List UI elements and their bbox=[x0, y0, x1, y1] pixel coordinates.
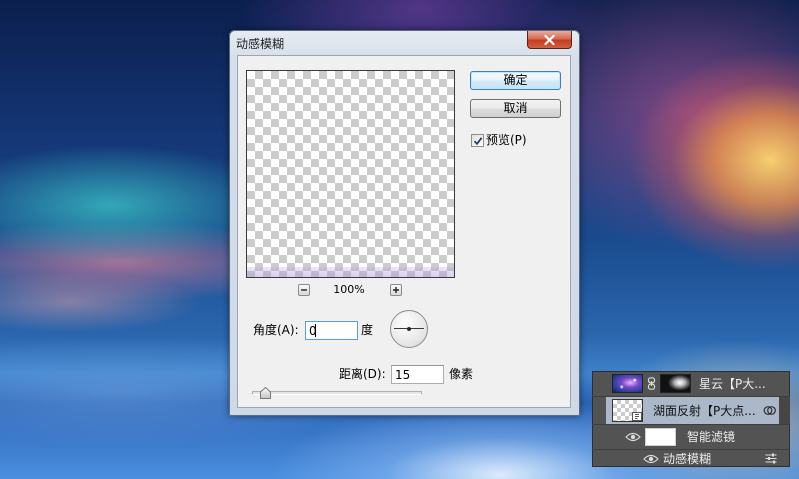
angle-input[interactable] bbox=[305, 321, 358, 340]
layer-thumbnail bbox=[612, 399, 643, 422]
zoom-out-icon bbox=[301, 289, 307, 291]
layer-row[interactable]: 星云【P大... bbox=[592, 371, 790, 397]
text-caret bbox=[315, 324, 316, 337]
zoom-level: 100% bbox=[333, 283, 365, 296]
preview-blur-edge bbox=[247, 267, 454, 277]
layer-name: 星云【P大... bbox=[699, 377, 766, 391]
ok-button[interactable]: 确定 bbox=[470, 71, 561, 90]
preview-canvas[interactable] bbox=[246, 70, 455, 278]
distance-slider-thumb[interactable] bbox=[260, 387, 272, 399]
distance-slider-track[interactable] bbox=[252, 391, 422, 395]
smart-filter-icon[interactable] bbox=[763, 404, 776, 417]
eye-icon[interactable] bbox=[643, 454, 659, 464]
preview-label: 预览(P) bbox=[486, 133, 527, 147]
zoom-in-button[interactable] bbox=[390, 284, 402, 296]
layer-row[interactable]: 智能滤镜 bbox=[592, 425, 790, 450]
layer-row[interactable]: 湖面反射【P大点... bbox=[592, 397, 790, 425]
layer-name: 湖面反射【P大点... bbox=[653, 404, 756, 418]
chain-link-icon[interactable] bbox=[647, 377, 656, 390]
layer-thumbnail bbox=[612, 374, 643, 393]
layer-name: 智能滤镜 bbox=[687, 430, 736, 444]
cancel-button[interactable]: 取消 bbox=[470, 99, 561, 118]
angle-unit: 度 bbox=[361, 323, 374, 337]
angle-label: 角度(A): bbox=[253, 323, 299, 337]
checkmark-icon bbox=[473, 136, 482, 145]
dialog-title: 动感模糊 bbox=[236, 37, 285, 51]
layer-name: 动感模糊 bbox=[663, 452, 712, 466]
distance-label: 距离(D): bbox=[339, 367, 386, 381]
motion-blur-dialog: 动感模糊 100% 确定 取消 预览(P) 角度(A): 度 距离(D): 像素 bbox=[229, 30, 580, 416]
smart-object-icon bbox=[632, 412, 642, 421]
distance-input[interactable] bbox=[391, 365, 444, 384]
angle-dial-icon[interactable] bbox=[390, 310, 428, 348]
zoom-in-icon bbox=[393, 287, 399, 293]
close-icon bbox=[544, 34, 555, 45]
layer-mask-thumbnail[interactable] bbox=[660, 374, 691, 393]
panel-scrollbar[interactable] bbox=[779, 397, 790, 424]
preview-checkbox[interactable] bbox=[471, 134, 484, 147]
eye-icon[interactable] bbox=[625, 432, 641, 442]
distance-unit: 像素 bbox=[449, 367, 474, 381]
close-button[interactable] bbox=[527, 31, 572, 49]
blending-options-icon[interactable] bbox=[765, 453, 777, 464]
zoom-out-button[interactable] bbox=[298, 284, 310, 296]
layer-row[interactable]: 动感模糊 bbox=[592, 450, 790, 467]
layers-panel: 星云【P大... 湖面反射【P大点... 智能滤镜 动感模糊 bbox=[592, 371, 790, 467]
angle-dial-center bbox=[407, 327, 411, 331]
smart-filter-mask-thumbnail[interactable] bbox=[645, 428, 676, 446]
